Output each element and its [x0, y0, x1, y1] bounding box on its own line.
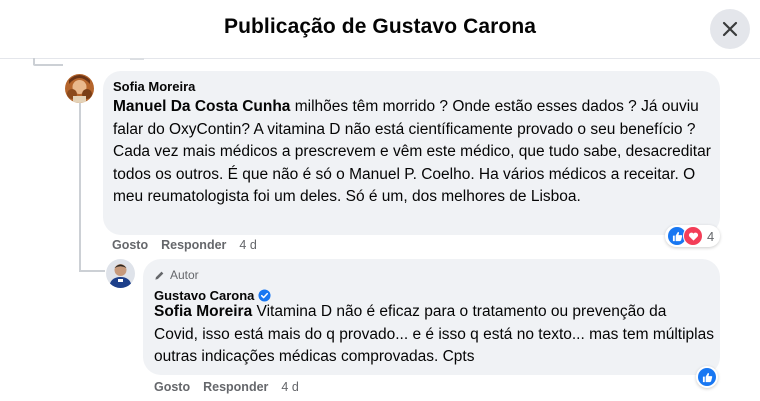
love-icon: [683, 226, 703, 246]
mention-link[interactable]: Sofia Moreira: [154, 303, 252, 320]
comment-bubble: Autor Gustavo Carona Sofia Moreira Vitam…: [143, 259, 720, 375]
avatar[interactable]: [106, 259, 135, 288]
author-badge-label: Autor: [170, 268, 199, 282]
comment-text: Manuel Da Costa Cunha milhões têm morrid…: [113, 96, 713, 209]
mention-link[interactable]: Manuel Da Costa Cunha: [113, 98, 290, 115]
reply-button[interactable]: Responder: [203, 380, 268, 394]
reaction-summary[interactable]: [696, 366, 718, 388]
thread-connector: [33, 64, 63, 66]
author-badge: Autor: [154, 268, 199, 282]
timestamp[interactable]: 4 d: [239, 238, 256, 252]
reaction-summary[interactable]: 4: [665, 225, 721, 247]
timestamp[interactable]: 4 d: [281, 380, 298, 394]
thread-connector: [79, 103, 81, 271]
close-button[interactable]: [710, 9, 750, 49]
avatar[interactable]: [65, 74, 94, 103]
pencil-icon: [155, 271, 164, 280]
thread-connector: [79, 270, 105, 272]
dialog-header: Publicação de Gustavo Carona: [0, 0, 760, 59]
like-button[interactable]: Gosto: [112, 238, 148, 252]
reaction-count: 4: [707, 228, 715, 244]
comment-text: Sofia Moreira Vitamina D não é eficaz pa…: [154, 301, 714, 369]
comment-actions: Gosto Responder 4 d: [154, 380, 312, 394]
dialog-title: Publicação de Gustavo Carona: [223, 15, 537, 38]
comment-bubble: Sofia Moreira Manuel Da Costa Cunha milh…: [103, 71, 720, 235]
comment-author[interactable]: Sofia Moreira: [113, 79, 195, 94]
comment-actions: Gosto Responder 4 d: [112, 238, 270, 252]
thread-connector: [130, 58, 144, 60]
reply-button[interactable]: Responder: [161, 238, 226, 252]
like-icon: [698, 368, 716, 386]
close-icon: [722, 21, 738, 37]
like-button[interactable]: Gosto: [154, 380, 190, 394]
